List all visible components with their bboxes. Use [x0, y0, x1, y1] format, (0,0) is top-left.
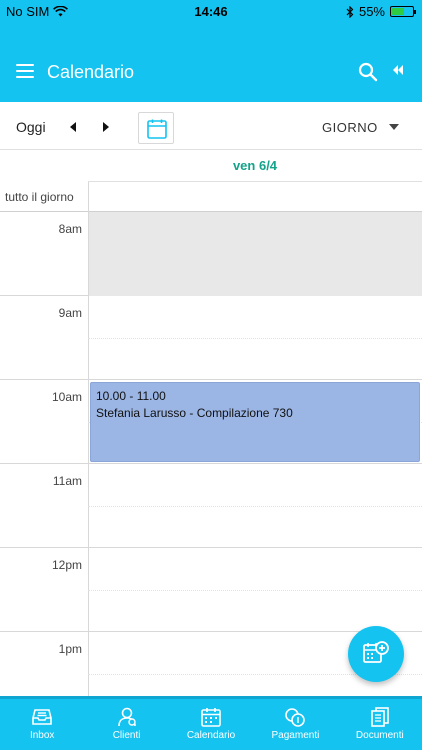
documents-icon [371, 707, 389, 727]
nav-item-calendario[interactable]: Calendario [169, 699, 253, 750]
all-day-row: tutto il giorno [0, 182, 422, 212]
nav-item-clienti[interactable]: Clienti [84, 699, 168, 750]
time-grid: 8am 9am 10am 11am 12pm 1pm 10.00 - 11.00… [0, 212, 422, 696]
calendar-icon [147, 119, 167, 139]
half-hour-line [88, 506, 422, 507]
calendar-event[interactable]: 10.00 - 11.00 Stefania Larusso - Compila… [90, 382, 420, 462]
nav-label: Documenti [355, 730, 404, 741]
event-title: Stefania Larusso - Compilazione 730 [96, 406, 293, 420]
chevron-right-icon [103, 122, 109, 132]
half-hour-line [88, 590, 422, 591]
menu-icon[interactable] [16, 64, 34, 78]
payments-icon [285, 708, 306, 727]
calendar-icon [201, 708, 221, 727]
hour-row: 9am [0, 296, 422, 380]
nav-label: Clienti [112, 730, 141, 741]
all-day-cell[interactable] [88, 182, 422, 212]
date-picker-button[interactable] [138, 112, 174, 144]
add-appointment-button[interactable] [348, 626, 404, 682]
chevron-down-icon[interactable] [389, 124, 399, 130]
hour-label: 11am [52, 474, 82, 488]
nav-label: Inbox [29, 730, 55, 741]
event-time: 10.00 - 11.00 [96, 389, 166, 403]
status-right: 55% [346, 4, 416, 19]
nav-item-documenti[interactable]: Documenti [338, 699, 422, 750]
previous-day-button[interactable] [70, 119, 80, 133]
hour-row: 11am [0, 464, 422, 548]
today-button[interactable]: Oggi [16, 119, 46, 135]
bluetooth-icon [346, 5, 354, 18]
collapse-icon[interactable] [392, 64, 404, 76]
status-bar: No SIM 14:46 55% [0, 0, 422, 22]
hour-label: 12pm [51, 558, 82, 572]
search-icon[interactable] [358, 62, 378, 82]
chevron-left-icon [70, 122, 76, 132]
hour-row: 12pm [0, 548, 422, 632]
day-header: ven 6/4 [88, 150, 422, 182]
next-day-button[interactable] [103, 119, 113, 133]
bottom-navigation: Inbox Clienti Calendario Pagamenti Docum… [0, 696, 422, 750]
calendar-toolbar: Oggi GIORNO [0, 102, 422, 150]
page-title: Calendario [47, 62, 135, 82]
half-hour-line [88, 338, 422, 339]
battery-icon [390, 6, 416, 17]
inbox-icon [32, 709, 53, 725]
view-mode-select[interactable]: GIORNO [322, 120, 378, 135]
hour-label: 10am [51, 390, 82, 404]
hour-row: 8am [0, 212, 422, 296]
calendar-add-icon [363, 641, 389, 663]
battery-percent: 55% [358, 4, 385, 19]
hour-label: 1pm [58, 642, 82, 656]
nav-label: Calendario [186, 730, 236, 741]
hour-label: 9am [58, 306, 82, 320]
nav-item-inbox[interactable]: Inbox [0, 699, 84, 750]
clients-icon [117, 707, 136, 727]
nav-item-pagamenti[interactable]: Pagamenti [253, 699, 337, 750]
app-bar: Calendario [0, 22, 422, 102]
all-day-label: tutto il giorno [5, 190, 74, 204]
hour-slot[interactable] [88, 212, 422, 296]
nav-label: Pagamenti [271, 730, 320, 741]
hour-label: 8am [58, 222, 82, 236]
